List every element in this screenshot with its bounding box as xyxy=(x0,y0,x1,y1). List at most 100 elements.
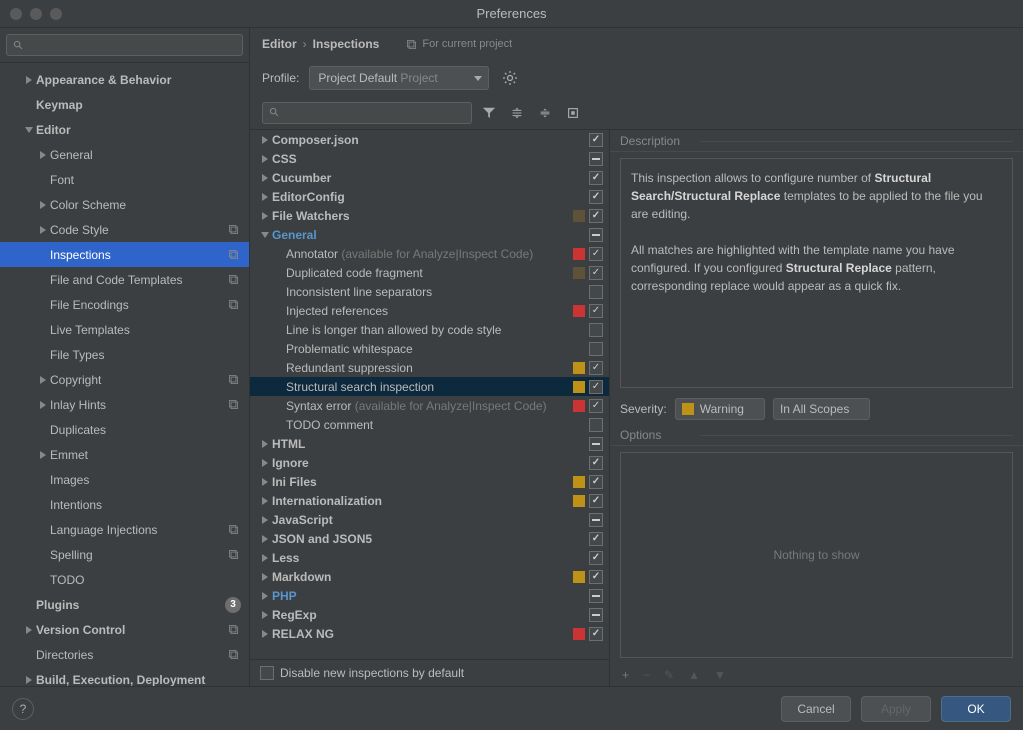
sidebar-item-version-control[interactable]: Version Control xyxy=(0,617,249,642)
inspection-checkbox[interactable] xyxy=(589,323,603,337)
sidebar-item-inlay-hints[interactable]: Inlay Hints xyxy=(0,392,249,417)
inspection-row[interactable]: JSON and JSON5 xyxy=(250,529,609,548)
inspection-search-input[interactable] xyxy=(262,102,472,124)
inspection-checkbox[interactable] xyxy=(589,627,603,641)
inspection-row[interactable]: Injected references xyxy=(250,301,609,320)
sidebar-search-input[interactable] xyxy=(6,34,243,56)
inspection-checkbox[interactable] xyxy=(589,475,603,489)
sidebar-item-keymap[interactable]: Keymap xyxy=(0,92,249,117)
minimize-window-icon[interactable] xyxy=(30,8,42,20)
inspection-row[interactable]: TODO comment xyxy=(250,415,609,434)
inspection-row[interactable]: RegExp xyxy=(250,605,609,624)
scope-dropdown[interactable]: In All Scopes xyxy=(773,398,870,420)
inspection-row[interactable]: Line is longer than allowed by code styl… xyxy=(250,320,609,339)
inspection-checkbox[interactable] xyxy=(589,437,603,451)
inspection-checkbox[interactable] xyxy=(589,209,603,223)
sidebar-item-spelling[interactable]: Spelling xyxy=(0,542,249,567)
inspection-checkbox[interactable] xyxy=(589,152,603,166)
sidebar-item-todo[interactable]: TODO xyxy=(0,567,249,592)
sidebar-item-duplicates[interactable]: Duplicates xyxy=(0,417,249,442)
inspection-row[interactable]: HTML xyxy=(250,434,609,453)
help-button[interactable]: ? xyxy=(12,698,34,720)
inspection-row[interactable]: Ini Files xyxy=(250,472,609,491)
inspection-row[interactable]: EditorConfig xyxy=(250,187,609,206)
inspection-checkbox[interactable] xyxy=(589,304,603,318)
inspection-row[interactable]: Ignore xyxy=(250,453,609,472)
filter-button[interactable] xyxy=(478,102,500,124)
sidebar-item-emmet[interactable]: Emmet xyxy=(0,442,249,467)
inspection-row[interactable]: RELAX NG xyxy=(250,624,609,643)
severity-dropdown[interactable]: Warning xyxy=(675,398,765,420)
inspection-row[interactable]: Internationalization xyxy=(250,491,609,510)
expand-all-button[interactable] xyxy=(506,102,528,124)
inspection-row[interactable]: Composer.json xyxy=(250,130,609,149)
ok-button[interactable]: OK xyxy=(941,696,1011,722)
inspection-row[interactable]: PHP xyxy=(250,586,609,605)
sidebar-item-images[interactable]: Images xyxy=(0,467,249,492)
inspection-checkbox[interactable] xyxy=(589,399,603,413)
sidebar-item-editor[interactable]: Editor xyxy=(0,117,249,142)
inspection-checkbox[interactable] xyxy=(589,133,603,147)
inspection-row[interactable]: Annotator (available for Analyze|Inspect… xyxy=(250,244,609,263)
inspection-row[interactable]: Markdown xyxy=(250,567,609,586)
inspection-row[interactable]: Problematic whitespace xyxy=(250,339,609,358)
move-up-button[interactable]: ▲ xyxy=(688,668,700,682)
inspection-checkbox[interactable] xyxy=(589,456,603,470)
sidebar-item-file-types[interactable]: File Types xyxy=(0,342,249,367)
inspection-checkbox[interactable] xyxy=(589,380,603,394)
cancel-button[interactable]: Cancel xyxy=(781,696,851,722)
sidebar-item-copyright[interactable]: Copyright xyxy=(0,367,249,392)
add-option-button[interactable]: + xyxy=(622,668,629,682)
inspection-checkbox[interactable] xyxy=(589,589,603,603)
sidebar-item-appearance-behavior[interactable]: Appearance & Behavior xyxy=(0,67,249,92)
zoom-window-icon[interactable] xyxy=(50,8,62,20)
inspection-checkbox[interactable] xyxy=(589,342,603,356)
inspection-checkbox[interactable] xyxy=(589,532,603,546)
inspection-checkbox[interactable] xyxy=(589,228,603,242)
sidebar-item-inspections[interactable]: Inspections xyxy=(0,242,249,267)
collapse-all-button[interactable] xyxy=(534,102,556,124)
profile-settings-button[interactable] xyxy=(499,67,521,89)
inspection-checkbox[interactable] xyxy=(589,361,603,375)
inspection-row[interactable]: Cucumber xyxy=(250,168,609,187)
inspection-checkbox[interactable] xyxy=(589,190,603,204)
inspection-row[interactable]: Duplicated code fragment xyxy=(250,263,609,282)
inspection-checkbox[interactable] xyxy=(589,418,603,432)
inspection-checkbox[interactable] xyxy=(589,266,603,280)
remove-option-button[interactable]: − xyxy=(643,668,650,682)
inspection-row[interactable]: File Watchers xyxy=(250,206,609,225)
sidebar-item-plugins[interactable]: Plugins3 xyxy=(0,592,249,617)
sidebar-item-live-templates[interactable]: Live Templates xyxy=(0,317,249,342)
inspection-checkbox[interactable] xyxy=(589,570,603,584)
inspection-row[interactable]: Redundant suppression xyxy=(250,358,609,377)
inspection-row[interactable]: JavaScript xyxy=(250,510,609,529)
inspection-checkbox[interactable] xyxy=(589,551,603,565)
sidebar-item-language-injections[interactable]: Language Injections xyxy=(0,517,249,542)
sidebar-item-build-execution-deployment[interactable]: Build, Execution, Deployment xyxy=(0,667,249,686)
inspection-checkbox[interactable] xyxy=(589,608,603,622)
sidebar-item-color-scheme[interactable]: Color Scheme xyxy=(0,192,249,217)
inspection-row[interactable]: Syntax error (available for Analyze|Insp… xyxy=(250,396,609,415)
inspection-row[interactable]: Less xyxy=(250,548,609,567)
profile-dropdown[interactable]: Project Default Project xyxy=(309,66,489,90)
inspection-checkbox[interactable] xyxy=(589,513,603,527)
inspection-checkbox[interactable] xyxy=(589,494,603,508)
disable-new-checkbox[interactable] xyxy=(260,666,274,680)
edit-option-button[interactable]: ✎ xyxy=(664,668,674,682)
close-window-icon[interactable] xyxy=(10,8,22,20)
inspection-checkbox[interactable] xyxy=(589,171,603,185)
breadcrumb-root[interactable]: Editor xyxy=(262,37,297,51)
inspection-checkbox[interactable] xyxy=(589,247,603,261)
sidebar-item-directories[interactable]: Directories xyxy=(0,642,249,667)
inspection-row[interactable]: Inconsistent line separators xyxy=(250,282,609,301)
inspection-checkbox[interactable] xyxy=(589,285,603,299)
sidebar-item-code-style[interactable]: Code Style xyxy=(0,217,249,242)
move-down-button[interactable]: ▼ xyxy=(714,668,726,682)
inspection-row[interactable]: General xyxy=(250,225,609,244)
inspection-row[interactable]: CSS xyxy=(250,149,609,168)
apply-button[interactable]: Apply xyxy=(861,696,931,722)
sidebar-item-font[interactable]: Font xyxy=(0,167,249,192)
sidebar-item-general[interactable]: General xyxy=(0,142,249,167)
reset-button[interactable] xyxy=(562,102,584,124)
inspection-row[interactable]: Structural search inspection xyxy=(250,377,609,396)
